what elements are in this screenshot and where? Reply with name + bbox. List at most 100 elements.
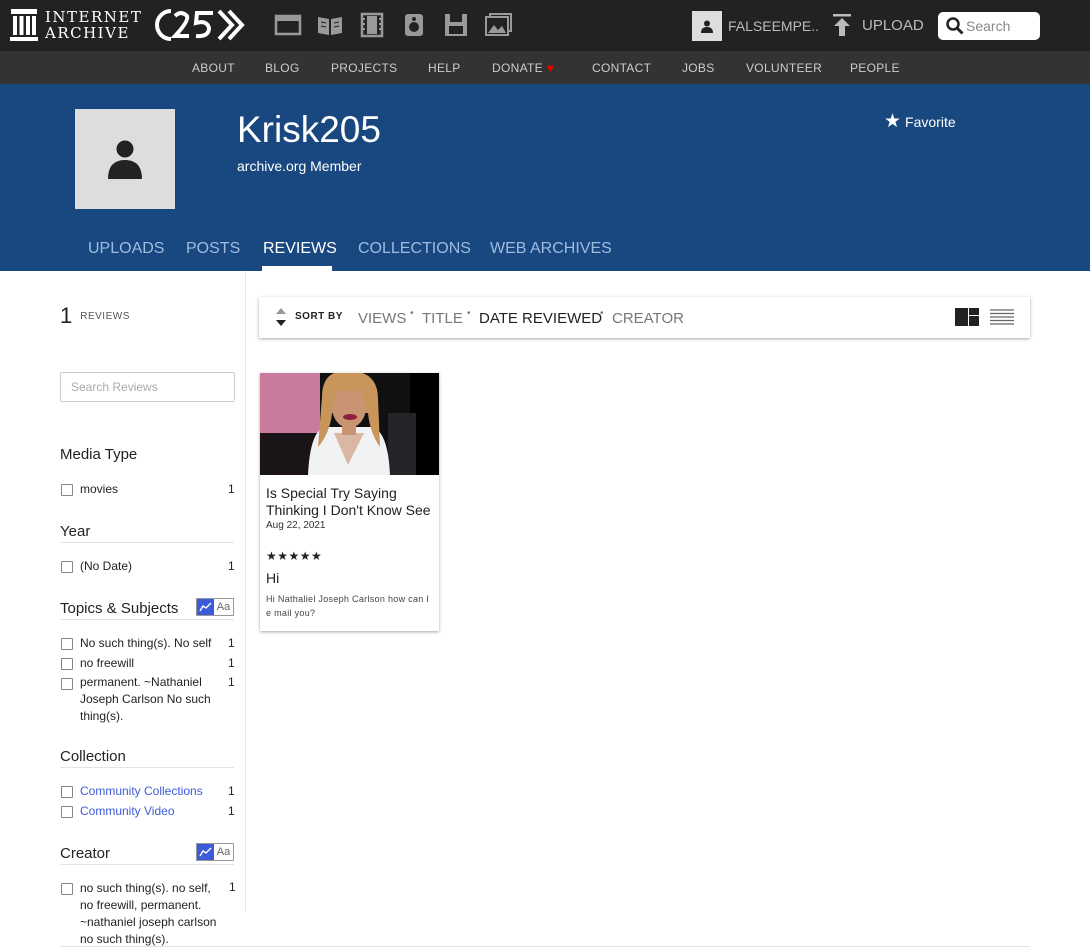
- tab-uploads[interactable]: UPLOADS: [88, 240, 164, 258]
- review-item-title[interactable]: Is Special Try Saying Thinking I Don't K…: [266, 485, 436, 519]
- tile-view-icon[interactable]: [955, 308, 979, 326]
- logo-text: INTERNET ARCHIVE: [45, 9, 142, 41]
- sort-direction-icon[interactable]: [275, 307, 287, 327]
- nav-jobs[interactable]: JOBS: [682, 61, 715, 75]
- nav-donate[interactable]: DONATE ♥: [492, 61, 554, 75]
- sort-separator: •: [600, 308, 604, 319]
- facet-label[interactable]: no freewill: [80, 655, 225, 672]
- profile-banner: Krisk205 archive.org Member ★ Favorite U…: [0, 84, 1090, 271]
- facet-link-community-collections[interactable]: Community Collections: [80, 783, 225, 800]
- list-view-icon[interactable]: [990, 309, 1014, 325]
- facet-view-toggle[interactable]: Aa: [196, 843, 234, 861]
- favorite-label: Favorite: [905, 113, 956, 130]
- facet-checkbox[interactable]: [61, 806, 73, 818]
- chart-icon[interactable]: [197, 844, 214, 860]
- logo-line-archive: ARCHIVE: [45, 24, 130, 42]
- star-icon: ★: [884, 111, 902, 132]
- facet-heading-collection: Collection: [60, 748, 126, 765]
- sort-option-creator[interactable]: CREATOR: [612, 310, 684, 327]
- facet-heading-year: Year: [60, 523, 91, 540]
- facet-view-toggle[interactable]: Aa: [196, 598, 234, 616]
- facet-count: 1: [228, 675, 235, 689]
- facet-count: 1: [228, 559, 235, 573]
- reviews-count-label: REVIEWS: [80, 310, 130, 322]
- facet-count: 1: [228, 804, 235, 818]
- chart-icon[interactable]: [197, 599, 214, 615]
- review-card[interactable]: Is Special Try Saying Thinking I Don't K…: [260, 373, 439, 631]
- search-icon: [946, 17, 964, 35]
- nav-volunteer[interactable]: VOLUNTEER: [746, 61, 822, 75]
- facet-label[interactable]: (No Date): [80, 558, 225, 575]
- facet-divider: [60, 542, 234, 543]
- facet-count: 1: [228, 482, 235, 496]
- account-name[interactable]: FALSEEMPE...: [728, 18, 820, 34]
- media-type-icons: [273, 12, 513, 38]
- upload-button[interactable]: UPLOAD: [832, 14, 924, 36]
- logo-line-internet: INTERNET: [45, 8, 143, 26]
- favorite-button[interactable]: ★ Favorite: [884, 110, 956, 133]
- facet-checkbox[interactable]: [61, 638, 73, 650]
- alphabetical-toggle[interactable]: Aa: [214, 844, 233, 860]
- upload-icon: [833, 14, 851, 36]
- reviews-search[interactable]: [60, 372, 235, 402]
- top-navigation-bar: INTERNET ARCHIVE FALSEEMPE... UPLOAD Sea…: [0, 0, 1090, 51]
- nav-projects[interactable]: PROJECTS: [331, 61, 397, 75]
- sort-separator: •: [467, 308, 471, 319]
- anniversary-25-logo[interactable]: [151, 8, 247, 42]
- user-avatar-icon: [692, 11, 722, 41]
- site-search[interactable]: [938, 12, 1040, 40]
- video-icon[interactable]: [357, 12, 387, 38]
- nav-about[interactable]: ABOUT: [192, 61, 235, 75]
- reviews-count-number: 1: [60, 303, 73, 328]
- sort-by-label: SORT BY: [295, 311, 343, 322]
- review-heading: Hi: [266, 570, 280, 586]
- facet-label[interactable]: movies: [80, 481, 225, 498]
- secondary-navigation: ABOUT BLOG PROJECTS HELP DONATE ♥ CONTACT…: [0, 51, 1090, 84]
- facet-heading-topics: Topics & Subjects: [60, 600, 179, 617]
- facet-count: 1: [228, 656, 235, 670]
- software-icon[interactable]: [441, 12, 471, 38]
- facet-count: 1: [229, 880, 236, 894]
- facet-link-community-video[interactable]: Community Video: [80, 803, 225, 820]
- site-search-input[interactable]: [966, 18, 1040, 34]
- sort-option-date-reviewed[interactable]: DATE REVIEWED: [479, 310, 602, 327]
- facet-label[interactable]: No such thing(s). No self: [80, 635, 225, 652]
- nav-contact[interactable]: CONTACT: [592, 61, 651, 75]
- page-bottom-divider: [60, 946, 1030, 947]
- sort-option-views[interactable]: VIEWS: [358, 310, 406, 327]
- tab-collections[interactable]: COLLECTIONS: [358, 240, 471, 258]
- nav-people[interactable]: PEOPLE: [850, 61, 900, 75]
- profile-avatar: [75, 109, 175, 209]
- nav-help[interactable]: HELP: [428, 61, 461, 75]
- tab-reviews[interactable]: REVIEWS: [263, 240, 337, 258]
- facet-count: 1: [228, 636, 235, 650]
- reviews-count: 1 REVIEWS: [60, 303, 130, 329]
- alphabetical-toggle[interactable]: Aa: [214, 599, 233, 615]
- facet-checkbox[interactable]: [61, 678, 73, 690]
- internet-archive-logo[interactable]: INTERNET ARCHIVE: [10, 9, 142, 41]
- tab-posts[interactable]: POSTS: [186, 240, 240, 258]
- audio-icon[interactable]: [399, 12, 429, 38]
- facet-label[interactable]: permanent. ~Nathaniel Joseph Carlson No …: [80, 674, 218, 725]
- tab-web-archives[interactable]: WEB ARCHIVES: [490, 240, 612, 258]
- facet-checkbox[interactable]: [61, 786, 73, 798]
- facet-heading-media-type: Media Type: [60, 446, 138, 463]
- item-thumbnail[interactable]: [260, 373, 439, 475]
- reviews-search-input[interactable]: [71, 380, 226, 394]
- images-icon[interactable]: [483, 12, 513, 38]
- facet-checkbox[interactable]: [61, 484, 73, 496]
- account-menu[interactable]: FALSEEMPE...: [692, 11, 820, 41]
- review-date: Aug 22, 2021: [266, 520, 326, 531]
- archive-temple-icon: [10, 9, 38, 41]
- profile-subtitle: archive.org Member: [237, 158, 362, 174]
- nav-blog[interactable]: BLOG: [265, 61, 300, 75]
- facet-checkbox[interactable]: [61, 658, 73, 670]
- web-icon[interactable]: [273, 12, 303, 38]
- review-body: Hi Nathaliel Joseph Carlson how can I e …: [266, 594, 430, 618]
- sort-option-title[interactable]: TITLE: [422, 310, 463, 327]
- facet-label[interactable]: no such thing(s). no self, no freewill, …: [80, 880, 226, 948]
- rating-stars: ★★★★★: [266, 549, 323, 563]
- texts-icon[interactable]: [315, 12, 345, 38]
- facet-checkbox[interactable]: [61, 883, 73, 895]
- facet-checkbox[interactable]: [61, 561, 73, 573]
